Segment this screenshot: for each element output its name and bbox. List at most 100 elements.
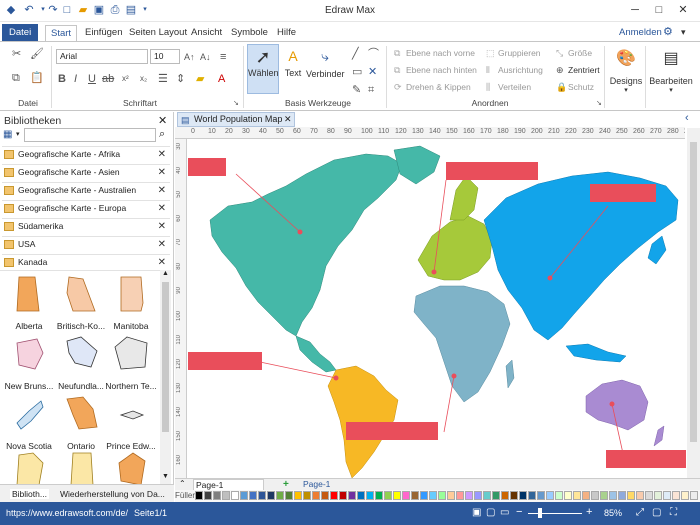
color-swatch[interactable] xyxy=(213,491,221,500)
color-swatch[interactable] xyxy=(456,491,464,500)
color-swatch[interactable] xyxy=(546,491,554,500)
connector-tool-button[interactable]: ⤷ Verbinder xyxy=(306,44,345,94)
color-swatch[interactable] xyxy=(258,491,266,500)
crop-tool-icon[interactable]: ⌗ xyxy=(368,84,374,96)
scroll-up-icon[interactable]: ▲ xyxy=(162,270,169,277)
strikethrough-icon[interactable]: ab xyxy=(102,73,114,85)
color-swatch[interactable] xyxy=(411,491,419,500)
close-tab-icon[interactable]: ✕ xyxy=(284,113,292,126)
color-swatch[interactable] xyxy=(204,491,212,500)
highlight-icon[interactable]: ▰ xyxy=(196,73,204,85)
color-swatch[interactable] xyxy=(375,491,383,500)
library-category[interactable]: USA ✕ xyxy=(2,236,170,252)
minimize-icon[interactable]: ─ xyxy=(624,2,646,18)
arrange-dialog-launcher-icon[interactable]: ↘ xyxy=(596,98,602,110)
edit-button[interactable]: ▤ Bearbeiten ▾ xyxy=(648,44,694,106)
tab-view[interactable]: Ansicht xyxy=(186,25,227,42)
color-swatch[interactable] xyxy=(654,491,662,500)
library-shape[interactable]: Neufundla... xyxy=(56,333,106,393)
fit-width-icon[interactable]: ▭ xyxy=(500,507,509,518)
color-swatch[interactable] xyxy=(420,491,428,500)
color-swatch[interactable] xyxy=(690,491,698,500)
superscript-icon[interactable]: x² xyxy=(122,73,129,85)
ribbon-options-icon[interactable]: ▾ xyxy=(676,25,691,42)
close-window-icon[interactable]: ✕ xyxy=(672,2,694,18)
size-button[interactable]: Größe xyxy=(568,48,592,58)
library-shape[interactable]: Alberta xyxy=(4,273,54,333)
color-swatch[interactable] xyxy=(276,491,284,500)
close-category-icon[interactable]: ✕ xyxy=(158,147,166,162)
group-button[interactable]: Gruppieren xyxy=(498,48,541,58)
color-swatch[interactable] xyxy=(321,491,329,500)
library-category[interactable]: Kanada ✕ xyxy=(2,254,170,270)
tab-symbols[interactable]: Symbole xyxy=(226,25,273,42)
color-swatch[interactable] xyxy=(537,491,545,500)
font-grow-icon[interactable]: A↑ xyxy=(184,51,195,63)
library-menu-icon[interactable]: ▦ xyxy=(3,129,17,141)
font-shrink-icon[interactable]: A↓ xyxy=(200,51,211,63)
subscript-icon[interactable]: x₂ xyxy=(140,73,147,85)
fit-window-icon[interactable]: ⤢ xyxy=(636,507,644,518)
color-swatch[interactable] xyxy=(195,491,203,500)
color-swatch[interactable] xyxy=(303,491,311,500)
send-back-button[interactable]: Ebene nach hinten xyxy=(406,65,477,75)
library-shape[interactable]: Northern Te... xyxy=(105,333,157,393)
distribute-button[interactable]: Verteilen xyxy=(498,82,531,92)
color-swatch[interactable] xyxy=(519,491,527,500)
color-swatch[interactable] xyxy=(510,491,518,500)
color-swatch[interactable] xyxy=(231,491,239,500)
tab-library[interactable]: Biblioth... xyxy=(10,489,49,499)
tab-help[interactable]: Hilfe xyxy=(272,25,301,42)
search-icon[interactable]: ⌕ xyxy=(159,128,165,141)
text-tool-button[interactable]: A Text xyxy=(281,44,305,94)
font-color-icon[interactable]: A xyxy=(218,73,225,85)
color-swatch[interactable] xyxy=(636,491,644,500)
color-swatch[interactable] xyxy=(447,491,455,500)
line-spacing-icon[interactable]: ⇕ xyxy=(176,73,185,85)
maximize-icon[interactable]: □ xyxy=(648,2,670,18)
color-swatch[interactable] xyxy=(681,491,689,500)
color-swatch[interactable] xyxy=(438,491,446,500)
font-dialog-launcher-icon[interactable]: ↘ xyxy=(233,98,239,110)
library-category[interactable]: Geografische Karte - Asien ✕ xyxy=(2,164,170,180)
library-shape[interactable]: Prince Edw... xyxy=(106,393,156,453)
library-search-input[interactable] xyxy=(24,128,156,142)
library-shape[interactable]: Nova Scotia xyxy=(4,393,54,453)
scroll-down-icon[interactable]: ▼ xyxy=(162,473,169,480)
zoom-level[interactable]: 85% xyxy=(604,508,622,518)
library-shape[interactable]: Manitoba xyxy=(106,273,156,333)
library-shape[interactable]: New Bruns... xyxy=(4,333,54,393)
color-swatch[interactable] xyxy=(672,491,680,500)
color-swatch[interactable] xyxy=(366,491,374,500)
settings-gear-icon[interactable]: ⚙ xyxy=(658,25,678,42)
close-category-icon[interactable]: ✕ xyxy=(158,165,166,180)
document-tab[interactable]: ▤ World Population Map ✕ xyxy=(177,112,295,127)
drawing-page[interactable] xyxy=(188,140,686,478)
rotate-flip-button[interactable]: Drehen & Kippen xyxy=(406,82,471,92)
copy-icon[interactable]: ⧉ xyxy=(12,72,20,84)
page-nav-icon[interactable]: ⌃ xyxy=(179,479,186,488)
italic-icon[interactable]: I xyxy=(74,73,77,85)
color-swatch[interactable] xyxy=(402,491,410,500)
zoom-out-icon[interactable]: − xyxy=(516,506,522,518)
color-swatch[interactable] xyxy=(267,491,275,500)
color-swatch[interactable] xyxy=(609,491,617,500)
library-scrollbar[interactable]: ▲ ▼ xyxy=(160,270,171,484)
library-category[interactable]: Südamerika ✕ xyxy=(2,218,170,234)
color-swatch[interactable] xyxy=(564,491,572,500)
color-swatch[interactable] xyxy=(222,491,230,500)
color-swatch[interactable] xyxy=(240,491,248,500)
font-name-select[interactable]: Arial xyxy=(56,49,148,64)
text-align-icon[interactable]: ≡ xyxy=(220,51,226,63)
color-swatch[interactable] xyxy=(627,491,635,500)
center-button[interactable]: Zentriert xyxy=(568,65,600,75)
arc-tool-icon[interactable]: ⌒ xyxy=(368,48,379,60)
cross-tool-icon[interactable]: ✕ xyxy=(368,66,377,78)
tab-start[interactable]: Start xyxy=(45,25,78,42)
color-swatch[interactable] xyxy=(339,491,347,500)
tab-file[interactable]: Datei xyxy=(2,24,39,42)
font-size-select[interactable]: 10 xyxy=(150,49,180,64)
format-painter-icon[interactable]: 🖌 xyxy=(30,48,44,60)
color-swatch[interactable] xyxy=(501,491,509,500)
color-swatches[interactable] xyxy=(195,491,700,501)
